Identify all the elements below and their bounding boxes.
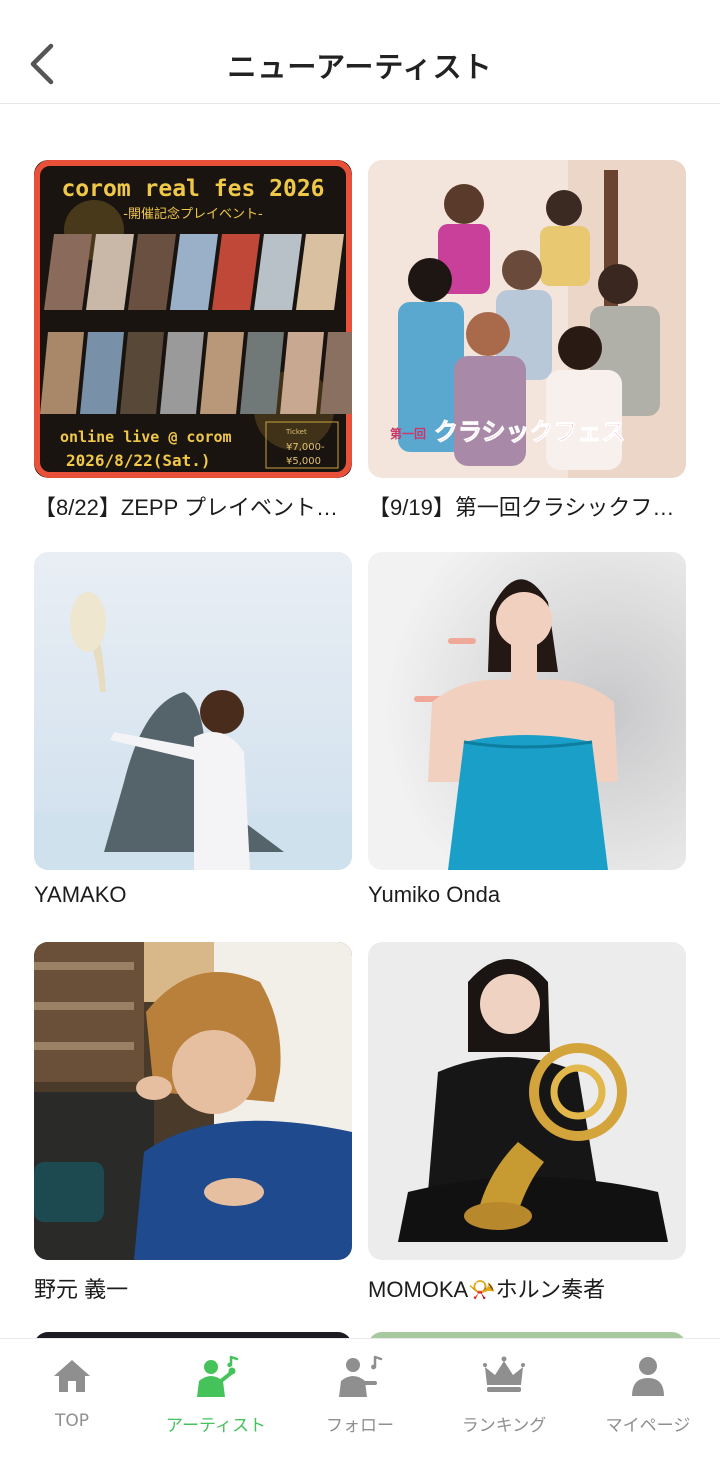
- nav-label: アーティスト: [166, 1416, 266, 1436]
- poster-banner-prefix: 第一回: [390, 426, 426, 441]
- artist-card[interactable]: Yumiko Onda: [368, 552, 686, 908]
- poster-banner: クラシックフェス: [434, 418, 626, 446]
- artist-thumbnail: [34, 942, 352, 1260]
- artist-card[interactable]: MOMOKA📯ホルン奏者: [368, 942, 686, 1304]
- artist-name: MOMOKA📯ホルン奏者: [368, 1277, 606, 1302]
- nav-item-ranking[interactable]: ランキング: [432, 1339, 576, 1439]
- artist-icon: [190, 1353, 242, 1399]
- bottom-nav: TOP アーティスト フォロー ランキング マイページ: [0, 1338, 720, 1480]
- nav-label: マイページ: [605, 1416, 691, 1436]
- poster-ticket-label: Ticket: [285, 428, 307, 436]
- person-icon: [622, 1353, 674, 1399]
- artist-name: 【8/22】ZEPP プレイベント…: [34, 495, 338, 520]
- nav-label: TOP: [54, 1411, 90, 1431]
- artist-name: 【9/19】第一回クラシックフ…: [368, 495, 675, 520]
- poster-headline: corom real fes 2026: [61, 176, 324, 202]
- poster-subheadline: -開催記念プレイベント-: [123, 206, 263, 222]
- poster-ticket-price1: ¥7,000-: [286, 442, 325, 453]
- nav-label: ランキング: [461, 1416, 547, 1436]
- follow-icon: [334, 1353, 386, 1399]
- artist-card[interactable]: YAMAKO: [34, 552, 352, 908]
- poster-ticket-price2: ¥5,000: [286, 456, 321, 467]
- poster-footer-line2: 2026/8/22(Sat.): [66, 451, 211, 470]
- poster-footer-line1: online live @ corom: [60, 428, 232, 446]
- artist-card[interactable]: corom real fes 2026 -開催記念プレイベント- online …: [34, 160, 352, 522]
- nav-item-mypage[interactable]: マイページ: [576, 1339, 720, 1439]
- artist-thumbnail: corom real fes 2026 -開催記念プレイベント- online …: [34, 160, 352, 478]
- crown-icon: [478, 1353, 530, 1399]
- artist-thumbnail: [368, 552, 686, 870]
- artist-thumbnail: [368, 942, 686, 1260]
- nav-item-follow[interactable]: フォロー: [288, 1339, 432, 1439]
- nav-item-artist[interactable]: アーティスト: [144, 1339, 288, 1439]
- artist-name: Yumiko Onda: [368, 882, 501, 907]
- header: ニューアーティスト: [0, 0, 720, 104]
- artist-thumbnail: [34, 552, 352, 870]
- nav-label: フォロー: [326, 1416, 394, 1436]
- artist-name: YAMAKO: [34, 882, 127, 907]
- artist-card[interactable]: 第一回 クラシックフェス 【9/19】第一回クラシックフ…: [368, 160, 686, 522]
- nav-item-top[interactable]: TOP: [0, 1339, 144, 1439]
- page-title: ニューアーティスト: [227, 50, 493, 84]
- artist-name: 野元 義一: [34, 1277, 129, 1302]
- home-icon: [46, 1353, 98, 1399]
- artist-thumbnail: 第一回 クラシックフェス: [368, 160, 686, 478]
- app-root: ニューアーティスト corom real fes 2026 -開催記念プレイベン…: [0, 0, 720, 1480]
- artist-card[interactable]: 野元 義一: [34, 942, 352, 1304]
